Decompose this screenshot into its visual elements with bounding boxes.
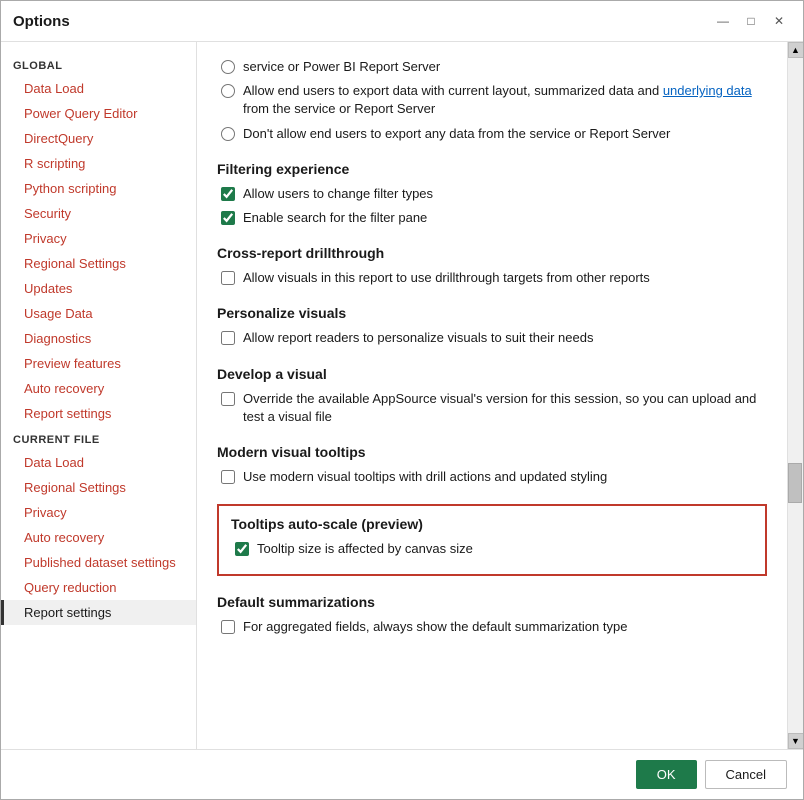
radio-service-report-server-label: service or Power BI Report Server <box>243 58 440 76</box>
filtering-experience-section: Filtering experience Allow users to chan… <box>217 161 767 227</box>
sidebar-item-cf-query-reduction[interactable]: Query reduction <box>1 575 196 600</box>
filter-types-checkbox[interactable] <box>221 187 235 201</box>
sidebar-item-power-query-editor[interactable]: Power Query Editor <box>1 101 196 126</box>
modern-tooltips-checkbox[interactable] <box>221 470 235 484</box>
dialog-body: GLOBAL Data Load Power Query Editor Dire… <box>1 42 803 749</box>
cross-report-label: Allow visuals in this report to use dril… <box>243 269 650 287</box>
modern-tooltips-label: Use modern visual tooltips with drill ac… <box>243 468 607 486</box>
develop-visual-checkbox[interactable] <box>221 392 235 406</box>
maximize-button[interactable]: □ <box>739 9 763 33</box>
global-section-label: GLOBAL <box>1 52 196 76</box>
default-summarizations-checkbox[interactable] <box>221 620 235 634</box>
default-summarizations-label: For aggregated fields, always show the d… <box>243 618 627 636</box>
sidebar-item-auto-recovery[interactable]: Auto recovery <box>1 376 196 401</box>
modern-tooltips-row: Use modern visual tooltips with drill ac… <box>217 468 767 486</box>
scroll-thumb[interactable] <box>788 463 802 503</box>
dialog-title: Options <box>13 13 70 30</box>
sidebar-item-directquery[interactable]: DirectQuery <box>1 126 196 151</box>
sidebar-item-cf-privacy[interactable]: Privacy <box>1 500 196 525</box>
radio-row-1: service or Power BI Report Server <box>217 58 767 76</box>
develop-visual-label: Override the available AppSource visual'… <box>243 390 767 426</box>
options-dialog: Options — □ ✕ GLOBAL Data Load Power Que… <box>0 0 804 800</box>
sidebar-item-cf-report-settings[interactable]: Report settings <box>1 600 196 625</box>
tooltips-autoscale-checkbox[interactable] <box>235 542 249 556</box>
default-summarizations-row: For aggregated fields, always show the d… <box>217 618 767 636</box>
filter-types-label: Allow users to change filter types <box>243 185 433 203</box>
sidebar-item-updates[interactable]: Updates <box>1 276 196 301</box>
minimize-button[interactable]: — <box>711 9 735 33</box>
close-button[interactable]: ✕ <box>767 9 791 33</box>
sidebar-item-report-settings[interactable]: Report settings <box>1 401 196 426</box>
tooltips-autoscale-row: Tooltip size is affected by canvas size <box>231 540 753 558</box>
cross-report-section: Cross-report drillthrough Allow visuals … <box>217 245 767 287</box>
search-filter-pane-checkbox[interactable] <box>221 211 235 225</box>
personalize-visuals-row: Allow report readers to personalize visu… <box>217 329 767 347</box>
radio-allow-export-current[interactable] <box>221 84 235 98</box>
ok-button[interactable]: OK <box>636 760 697 789</box>
sidebar-item-preview-features[interactable]: Preview features <box>1 351 196 376</box>
radio-service-report-server[interactable] <box>221 60 235 74</box>
filter-types-row: Allow users to change filter types <box>217 185 767 203</box>
scroll-down-button[interactable]: ▼ <box>788 733 804 749</box>
current-section-label: CURRENT FILE <box>1 426 196 450</box>
radio-allow-export-current-label: Allow end users to export data with curr… <box>243 82 767 118</box>
dialog-footer: OK Cancel <box>1 749 803 799</box>
personalize-visuals-section: Personalize visuals Allow report readers… <box>217 305 767 347</box>
title-bar: Options — □ ✕ <box>1 1 803 42</box>
radio-row-2: Allow end users to export data with curr… <box>217 82 767 118</box>
title-bar-controls: — □ ✕ <box>711 9 791 33</box>
personalize-visuals-label: Allow report readers to personalize visu… <box>243 329 593 347</box>
tooltips-autoscale-section: Tooltips auto-scale (preview) Tooltip si… <box>217 504 767 576</box>
sidebar-item-diagnostics[interactable]: Diagnostics <box>1 326 196 351</box>
personalize-visuals-checkbox[interactable] <box>221 331 235 345</box>
filtering-experience-title: Filtering experience <box>217 161 767 177</box>
develop-visual-row: Override the available AppSource visual'… <box>217 390 767 426</box>
radio-row-3: Don't allow end users to export any data… <box>217 125 767 143</box>
tooltips-autoscale-title: Tooltips auto-scale (preview) <box>231 516 753 532</box>
main-content: service or Power BI Report Server Allow … <box>197 42 787 749</box>
sidebar-item-cf-regional-settings[interactable]: Regional Settings <box>1 475 196 500</box>
export-options-section: service or Power BI Report Server Allow … <box>217 58 767 143</box>
search-filter-pane-row: Enable search for the filter pane <box>217 209 767 227</box>
sidebar-item-security[interactable]: Security <box>1 201 196 226</box>
default-summarizations-section: Default summarizations For aggregated fi… <box>217 594 767 636</box>
sidebar-item-cf-auto-recovery[interactable]: Auto recovery <box>1 525 196 550</box>
scroll-up-button[interactable]: ▲ <box>788 42 804 58</box>
sidebar-item-regional-settings[interactable]: Regional Settings <box>1 251 196 276</box>
cancel-button[interactable]: Cancel <box>705 760 787 789</box>
sidebar-item-r-scripting[interactable]: R scripting <box>1 151 196 176</box>
scroll-track[interactable] <box>788 58 803 733</box>
search-filter-pane-label: Enable search for the filter pane <box>243 209 427 227</box>
sidebar-item-cf-published-dataset[interactable]: Published dataset settings <box>1 550 196 575</box>
scrollbar: ▲ ▼ <box>787 42 803 749</box>
cross-report-title: Cross-report drillthrough <box>217 245 767 261</box>
modern-tooltips-title: Modern visual tooltips <box>217 444 767 460</box>
tooltips-autoscale-label: Tooltip size is affected by canvas size <box>257 540 473 558</box>
radio-dont-allow-export[interactable] <box>221 127 235 141</box>
develop-visual-section: Develop a visual Override the available … <box>217 366 767 426</box>
cross-report-row: Allow visuals in this report to use dril… <box>217 269 767 287</box>
modern-tooltips-section: Modern visual tooltips Use modern visual… <box>217 444 767 486</box>
sidebar: GLOBAL Data Load Power Query Editor Dire… <box>1 42 197 749</box>
sidebar-item-data-load[interactable]: Data Load <box>1 76 196 101</box>
cross-report-checkbox[interactable] <box>221 271 235 285</box>
personalize-visuals-title: Personalize visuals <box>217 305 767 321</box>
sidebar-item-usage-data[interactable]: Usage Data <box>1 301 196 326</box>
sidebar-item-python-scripting[interactable]: Python scripting <box>1 176 196 201</box>
default-summarizations-title: Default summarizations <box>217 594 767 610</box>
sidebar-item-cf-data-load[interactable]: Data Load <box>1 450 196 475</box>
sidebar-item-privacy[interactable]: Privacy <box>1 226 196 251</box>
radio-dont-allow-export-label: Don't allow end users to export any data… <box>243 125 670 143</box>
develop-visual-title: Develop a visual <box>217 366 767 382</box>
